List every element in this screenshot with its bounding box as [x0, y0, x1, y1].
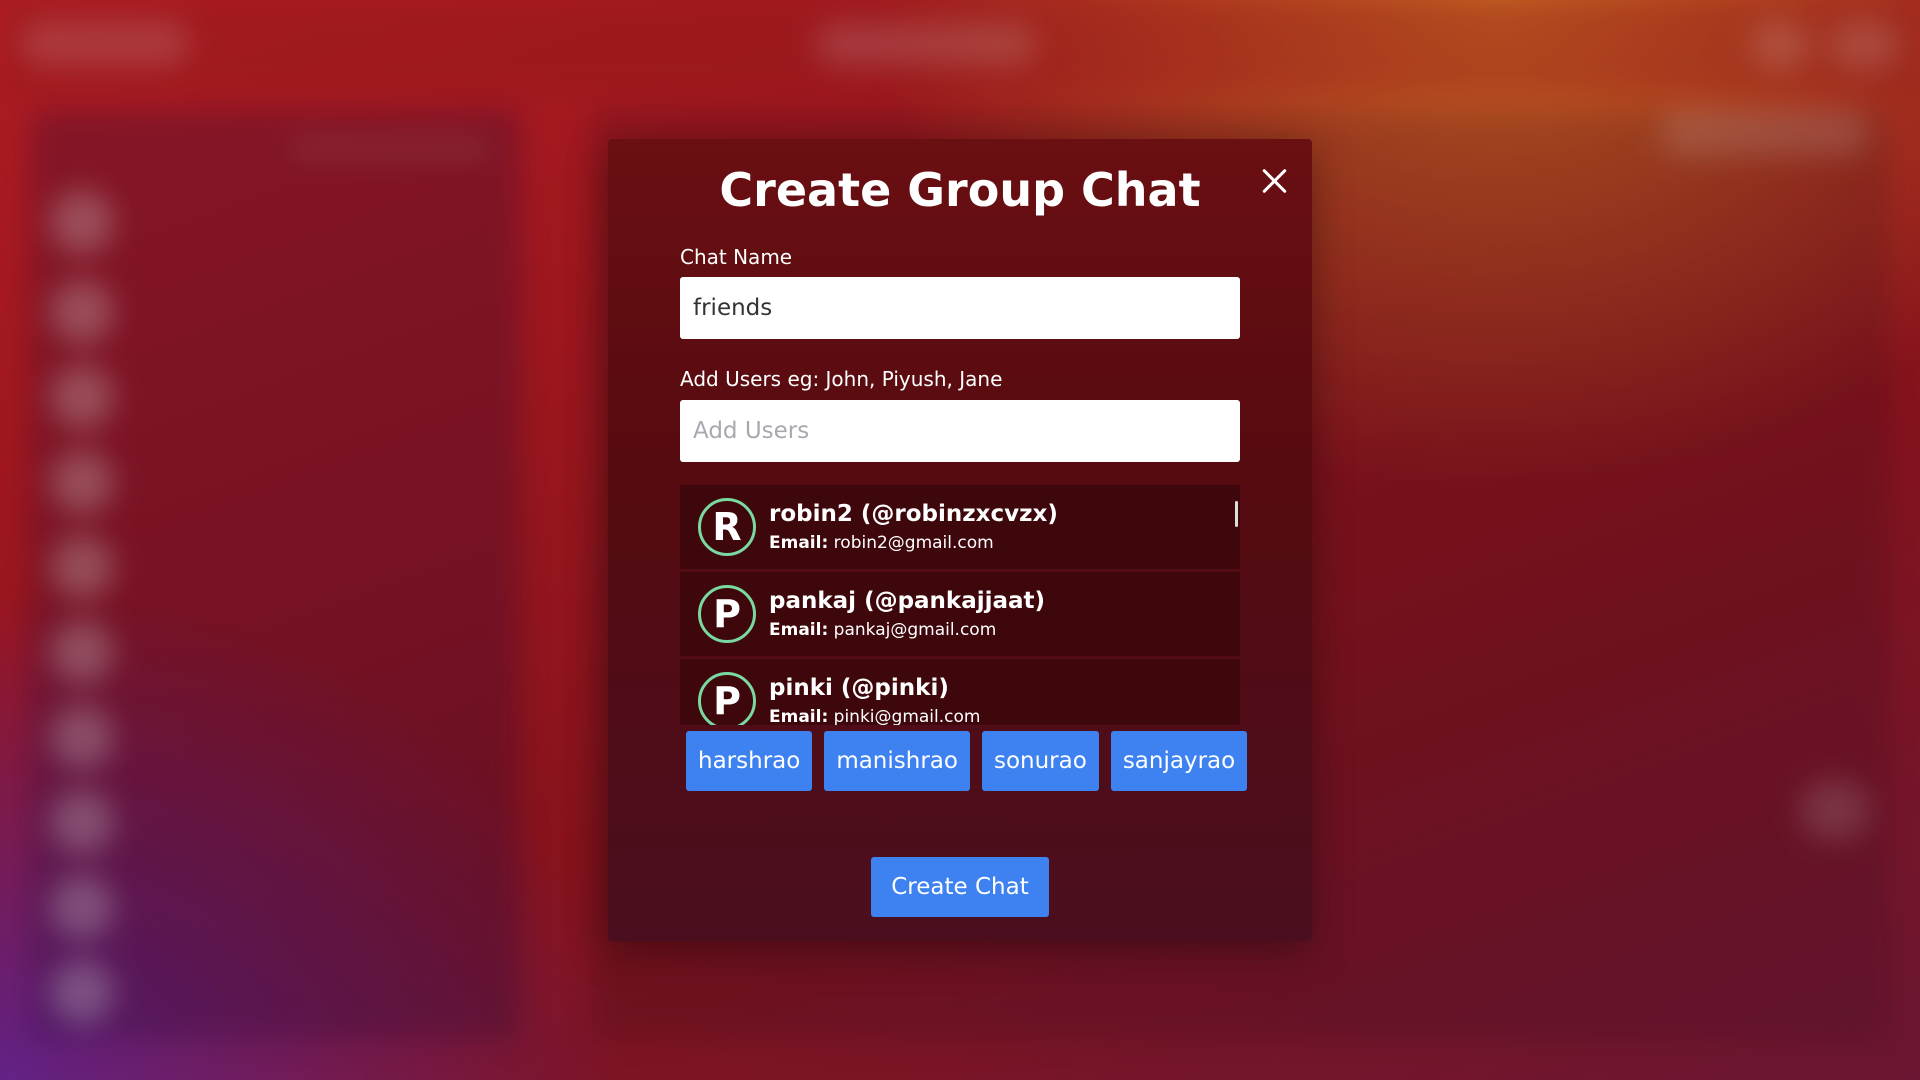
user-result-email-row: Email: pinki@gmail.com	[769, 707, 980, 725]
user-result-name: robin2 (@robinzxcvzx)	[769, 501, 1058, 527]
email-label: Email:	[769, 533, 829, 553]
add-users-input[interactable]	[680, 400, 1240, 462]
user-avatar: P	[698, 585, 756, 643]
modal-title: Create Group Chat	[719, 163, 1201, 217]
user-result-name: pankaj (@pankajjaat)	[769, 588, 1046, 614]
user-result-email: pankaj@gmail.com	[833, 620, 997, 640]
close-icon[interactable]	[1254, 161, 1294, 201]
user-result-email-row: Email: robin2@gmail.com	[769, 533, 1058, 553]
user-result-text: robin2 (@robinzxcvzx) Email: robin2@gmai…	[769, 501, 1058, 553]
selected-user-chip[interactable]: harshrao	[686, 731, 813, 791]
user-avatar: R	[698, 498, 756, 556]
selected-user-chip[interactable]: sanjayrao	[1110, 731, 1248, 791]
email-label: Email:	[769, 620, 829, 640]
user-result-text: pankaj (@pankajjaat) Email: pankaj@gmail…	[769, 588, 1045, 640]
user-result-item[interactable]: P pankaj (@pankajjaat) Email: pankaj@gma…	[680, 572, 1240, 656]
user-result-item[interactable]: P pinki (@pinki) Email: pinki@gmail.com	[680, 659, 1240, 725]
selected-users: harshrao manishrao sonurao sanjayrao	[686, 731, 1248, 791]
chat-name-label: Chat Name	[680, 245, 793, 269]
chat-name-input[interactable]	[680, 277, 1240, 339]
user-result-email: robin2@gmail.com	[833, 533, 994, 553]
user-result-email-row: Email: pankaj@gmail.com	[769, 620, 1045, 640]
selected-user-chip[interactable]: manishrao	[824, 731, 970, 791]
create-chat-button[interactable]: Create Chat	[871, 857, 1049, 917]
add-users-label: Add Users eg: John, Piyush, Jane	[680, 367, 1003, 391]
results-scrollbar[interactable]	[1235, 501, 1238, 527]
user-result-text: pinki (@pinki) Email: pinki@gmail.com	[769, 675, 980, 725]
user-search-results: R robin2 (@robinzxcvzx) Email: robin2@gm…	[680, 485, 1240, 725]
selected-user-chip[interactable]: sonurao	[981, 731, 1099, 791]
user-avatar: P	[698, 672, 756, 725]
user-result-item[interactable]: R robin2 (@robinzxcvzx) Email: robin2@gm…	[680, 485, 1240, 569]
user-result-name: pinki (@pinki)	[769, 675, 949, 701]
email-label: Email:	[769, 707, 829, 725]
create-group-chat-modal: Create Group Chat Chat Name Add Users eg…	[608, 139, 1312, 941]
user-result-email: pinki@gmail.com	[833, 707, 981, 725]
